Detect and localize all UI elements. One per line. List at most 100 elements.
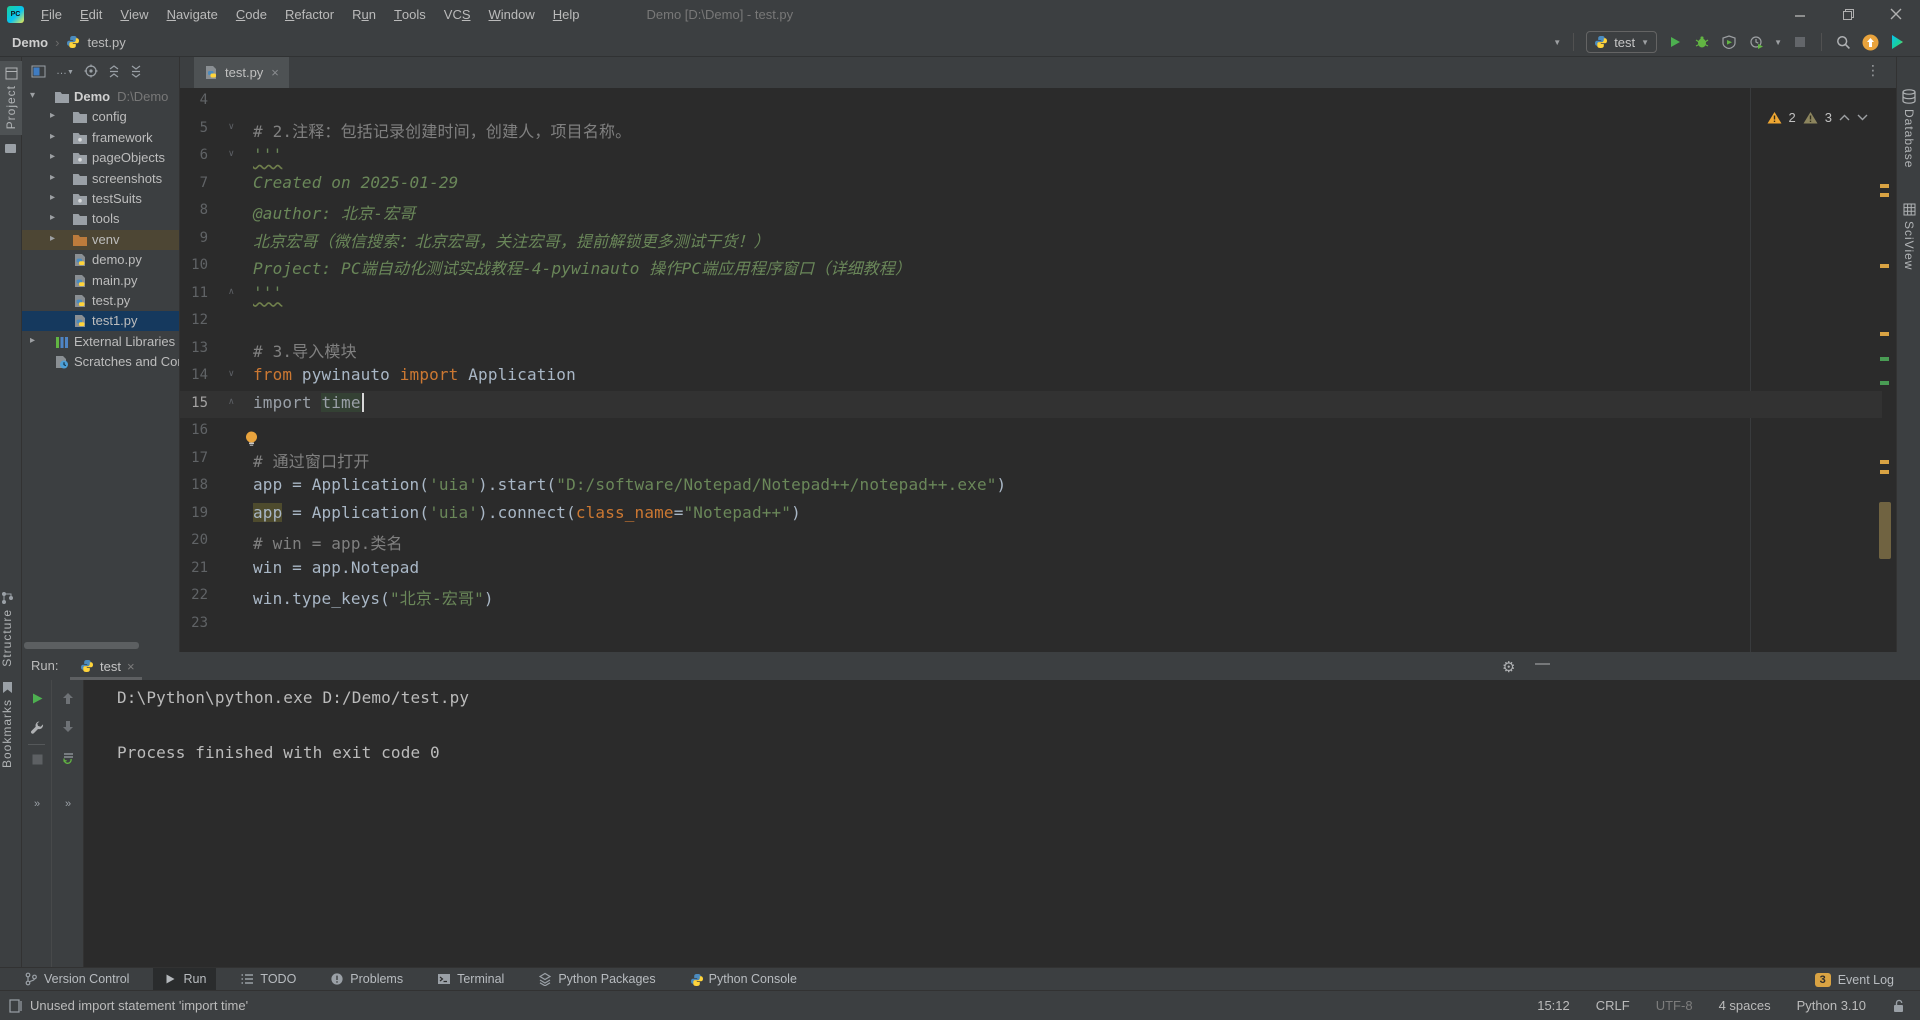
line-number[interactable]: 15 bbox=[180, 395, 208, 411]
update-icon[interactable] bbox=[1861, 33, 1879, 51]
fold-marker-icon[interactable]: ∨ bbox=[228, 368, 235, 379]
close-icon[interactable]: × bbox=[127, 659, 135, 674]
menu-edit[interactable]: Edit bbox=[71, 0, 111, 28]
chevron-right-icon[interactable]: ▸ bbox=[50, 110, 55, 121]
toolwindow-problems[interactable]: Problems bbox=[320, 968, 413, 991]
debug-icon[interactable] bbox=[1693, 33, 1711, 51]
tree-item-screenshots[interactable]: ▸screenshots bbox=[22, 169, 180, 189]
tree-item-external-libraries[interactable]: ▸External Libraries bbox=[22, 332, 180, 352]
chevron-down-icon[interactable]: ▾ bbox=[30, 90, 35, 101]
toolwindow-version-control[interactable]: Version Control bbox=[14, 968, 139, 991]
tree-item-test1-py[interactable]: test1.py bbox=[22, 311, 180, 331]
chevron-right-icon[interactable]: ▸ bbox=[50, 212, 55, 223]
coverage-icon[interactable] bbox=[1720, 33, 1738, 51]
line-number[interactable]: 11 bbox=[180, 285, 208, 301]
fold-marker-icon[interactable]: ∧ bbox=[228, 286, 235, 297]
stripe-tab-database[interactable]: Database bbox=[1897, 83, 1920, 174]
chevron-right-icon[interactable]: ▸ bbox=[50, 151, 55, 162]
menu-file[interactable]: File bbox=[32, 0, 71, 28]
maximize-icon[interactable] bbox=[1824, 0, 1872, 28]
editor-tab-test-py[interactable]: test.py × bbox=[194, 57, 289, 88]
wrench-icon[interactable] bbox=[22, 720, 52, 734]
chevron-right-icon[interactable]: ▸ bbox=[50, 233, 55, 244]
tree-item-demo-py[interactable]: demo.py bbox=[22, 250, 180, 270]
line-number[interactable]: 17 bbox=[180, 450, 208, 466]
tool-window-icon[interactable] bbox=[4, 142, 17, 155]
menu-refactor[interactable]: Refactor bbox=[276, 0, 343, 28]
stripe-mark[interactable] bbox=[1880, 381, 1889, 385]
line-number[interactable]: 4 bbox=[180, 92, 208, 108]
toolwindow-todo[interactable]: TODO bbox=[230, 968, 306, 991]
line-number[interactable]: 8 bbox=[180, 202, 208, 218]
line-number[interactable]: 9 bbox=[180, 230, 208, 246]
line-number[interactable]: 21 bbox=[180, 560, 208, 576]
more-chevrons-icon[interactable]: » bbox=[22, 798, 52, 810]
close-icon[interactable] bbox=[1872, 0, 1920, 28]
profiler-icon[interactable] bbox=[1747, 33, 1765, 51]
kebab-menu-icon[interactable]: ⋮ bbox=[1866, 62, 1880, 79]
rerun-icon[interactable] bbox=[22, 692, 52, 705]
stripe-tab-project[interactable]: Project bbox=[0, 61, 22, 135]
line-number[interactable]: 16 bbox=[180, 422, 208, 438]
menu-navigate[interactable]: Navigate bbox=[158, 0, 227, 28]
line-number[interactable]: 18 bbox=[180, 477, 208, 493]
tree-item-main-py[interactable]: main.py bbox=[22, 271, 180, 291]
tree-item-framework[interactable]: ▸framework bbox=[22, 128, 180, 148]
status-item-utf-8[interactable]: UTF-8 bbox=[1656, 998, 1693, 1013]
toolwindow-python-packages[interactable]: Python Packages bbox=[528, 968, 665, 991]
line-number[interactable]: 6 bbox=[180, 147, 208, 163]
up-arrow-icon[interactable] bbox=[53, 692, 83, 705]
horizontal-scrollbar[interactable] bbox=[24, 642, 139, 649]
fold-marker-icon[interactable]: ∨ bbox=[228, 121, 235, 132]
stripe-tab-bookmarks[interactable]: Bookmarks bbox=[0, 675, 14, 774]
line-number[interactable]: 13 bbox=[180, 340, 208, 356]
line-number[interactable]: 14 bbox=[180, 367, 208, 383]
locate-icon[interactable] bbox=[84, 64, 98, 78]
more-dots-icon[interactable]: …▼ bbox=[56, 65, 74, 77]
stripe-tab-structure[interactable]: Structure bbox=[0, 585, 14, 673]
scrollbar-thumb[interactable] bbox=[1879, 502, 1891, 559]
fold-marker-icon[interactable]: ∧ bbox=[228, 396, 235, 407]
line-number[interactable]: 20 bbox=[180, 532, 208, 548]
stripe-mark[interactable] bbox=[1880, 184, 1889, 188]
status-item-15-12[interactable]: 15:12 bbox=[1537, 998, 1570, 1013]
event-log-button[interactable]: 3 Event Log bbox=[1815, 968, 1894, 991]
stripe-mark[interactable] bbox=[1880, 332, 1889, 336]
chevron-right-icon[interactable]: ▸ bbox=[30, 335, 35, 346]
gear-icon[interactable]: ⚙ bbox=[1502, 658, 1515, 676]
stripe-tab-sciview[interactable]: SciView bbox=[1897, 197, 1920, 276]
tree-item-tools[interactable]: ▸tools bbox=[22, 209, 180, 229]
toolwindow-python-console[interactable]: Python Console bbox=[680, 968, 807, 991]
tree-item-demo[interactable]: ▾DemoD:\Demo bbox=[22, 87, 180, 107]
intention-bulb-icon[interactable] bbox=[244, 430, 259, 447]
line-number[interactable]: 10 bbox=[180, 257, 208, 273]
status-item-crlf[interactable]: CRLF bbox=[1596, 998, 1630, 1013]
tree-item-scratches-and-con[interactable]: Scratches and Con bbox=[22, 352, 180, 372]
tree-item-config[interactable]: ▸config bbox=[22, 107, 180, 127]
toolwindow-run[interactable]: Run bbox=[153, 968, 216, 991]
line-number[interactable]: 12 bbox=[180, 312, 208, 328]
menu-vcs[interactable]: VCS bbox=[435, 0, 480, 28]
search-icon[interactable] bbox=[1834, 33, 1852, 51]
lock-icon[interactable] bbox=[1892, 999, 1906, 1013]
line-number[interactable]: 7 bbox=[180, 175, 208, 191]
ide-gradient-icon[interactable] bbox=[1888, 33, 1906, 51]
line-number[interactable]: 23 bbox=[180, 615, 208, 631]
line-number[interactable]: 19 bbox=[180, 505, 208, 521]
status-item-4-spaces[interactable]: 4 spaces bbox=[1719, 998, 1771, 1013]
status-message[interactable]: Unused import statement 'import time' bbox=[30, 998, 248, 1013]
stripe-mark[interactable] bbox=[1880, 470, 1889, 474]
breadcrumb-file[interactable]: test.py bbox=[87, 35, 125, 50]
collapse-all-icon[interactable] bbox=[130, 65, 142, 78]
chevron-right-icon[interactable]: ▸ bbox=[50, 172, 55, 183]
hide-panel-icon[interactable]: — bbox=[1535, 655, 1550, 672]
scroll-end-icon[interactable] bbox=[53, 752, 83, 765]
minimize-icon[interactable] bbox=[1776, 0, 1824, 28]
stripe-mark[interactable] bbox=[1880, 193, 1889, 197]
error-stripe[interactable] bbox=[1878, 92, 1892, 648]
more-chevrons-icon[interactable]: » bbox=[53, 798, 83, 810]
editor[interactable]: test.py × ⋮ 2 3 45∨# 2.注释：包括记录创建时间，创建人，项… bbox=[180, 57, 1896, 652]
panel-view-icon[interactable] bbox=[31, 65, 46, 78]
toolwindow-terminal[interactable]: Terminal bbox=[427, 968, 514, 991]
run-tab-test[interactable]: test × bbox=[72, 652, 143, 680]
